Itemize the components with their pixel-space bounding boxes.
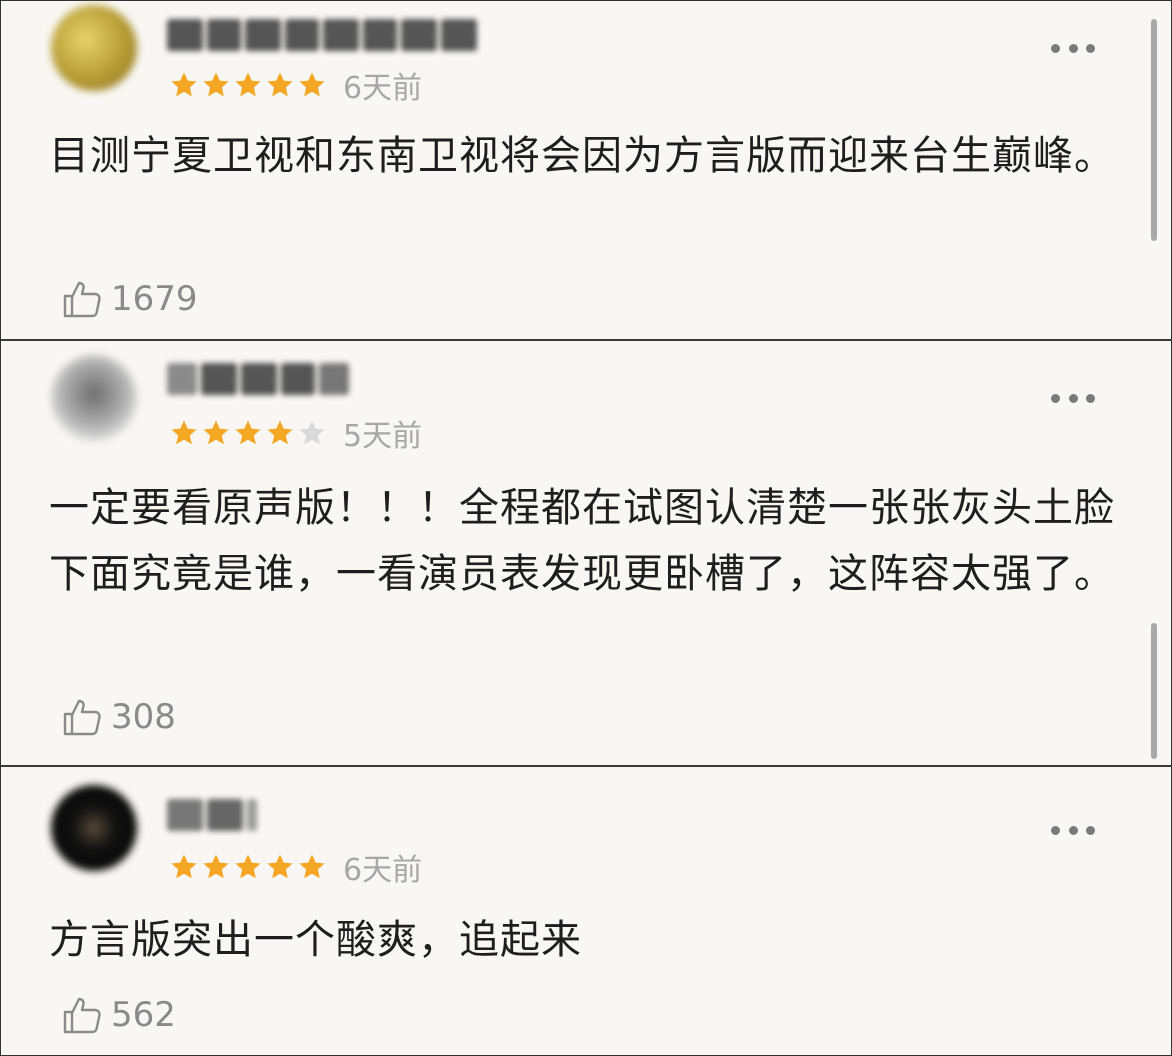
star-rating <box>169 70 329 100</box>
thumbs-up-icon <box>61 696 111 738</box>
user-avatar[interactable] <box>51 355 137 441</box>
username-blurred[interactable] <box>167 795 257 835</box>
star-filled-icon <box>169 852 199 882</box>
star-filled-icon <box>201 418 231 448</box>
comment-time: 5天前 <box>343 419 423 454</box>
username-blurred[interactable] <box>167 359 349 399</box>
user-avatar[interactable] <box>51 785 137 871</box>
username-blurred[interactable] <box>167 15 477 55</box>
star-filled-icon <box>201 70 231 100</box>
thumbs-up-icon <box>61 278 111 320</box>
comment-item: 6天前 目测宁夏卫视和东南卫视将会因为方言版而迎来台生巅峰。 1679 <box>1 1 1171 339</box>
rating-row: 6天前 <box>169 849 422 888</box>
like-count: 308 <box>111 697 176 737</box>
star-filled-icon <box>233 70 263 100</box>
comment-list: 6天前 目测宁夏卫视和东南卫视将会因为方言版而迎来台生巅峰。 1679 5天前 … <box>0 0 1172 1056</box>
star-filled-icon <box>169 418 199 448</box>
star-filled-icon <box>169 70 199 100</box>
star-filled-icon <box>201 852 231 882</box>
star-rating <box>169 852 329 882</box>
user-avatar[interactable] <box>51 5 137 91</box>
scrollbar[interactable] <box>1151 19 1157 241</box>
star-empty-icon <box>297 418 327 448</box>
comment-text: 目测宁夏卫视和东南卫视将会因为方言版而迎来台生巅峰。 <box>49 133 1115 179</box>
scrollbar[interactable] <box>1151 623 1157 759</box>
like-button[interactable]: 562 <box>61 993 176 1037</box>
star-filled-icon <box>233 418 263 448</box>
rating-row: 5天前 <box>169 415 422 454</box>
thumbs-up-icon <box>61 994 111 1036</box>
comment-text: 一定要看原声版！！！全程都在试图认清楚一张张灰头土脸下面究竟是谁，一看演员表发现… <box>49 485 1115 597</box>
star-filled-icon <box>297 852 327 882</box>
star-rating <box>169 418 329 448</box>
more-options-icon[interactable] <box>1051 391 1095 405</box>
like-button[interactable]: 1679 <box>61 277 198 321</box>
comment-time: 6天前 <box>343 853 423 888</box>
like-count: 562 <box>111 995 176 1035</box>
more-options-icon[interactable] <box>1051 41 1095 55</box>
more-options-icon[interactable] <box>1051 823 1095 837</box>
star-filled-icon <box>265 852 295 882</box>
comment-time: 6天前 <box>343 71 423 106</box>
star-filled-icon <box>265 70 295 100</box>
rating-row: 6天前 <box>169 67 422 106</box>
star-filled-icon <box>265 418 295 448</box>
comment-item: 6天前 方言版突出一个酸爽，追起来 562 <box>1 767 1171 1055</box>
star-filled-icon <box>233 852 263 882</box>
like-button[interactable]: 308 <box>61 695 176 739</box>
star-filled-icon <box>297 70 327 100</box>
comment-item: 5天前 一定要看原声版！！！全程都在试图认清楚一张张灰头土脸下面究竟是谁，一看演… <box>1 341 1171 765</box>
like-count: 1679 <box>111 279 198 319</box>
comment-text: 方言版突出一个酸爽，追起来 <box>49 917 582 963</box>
